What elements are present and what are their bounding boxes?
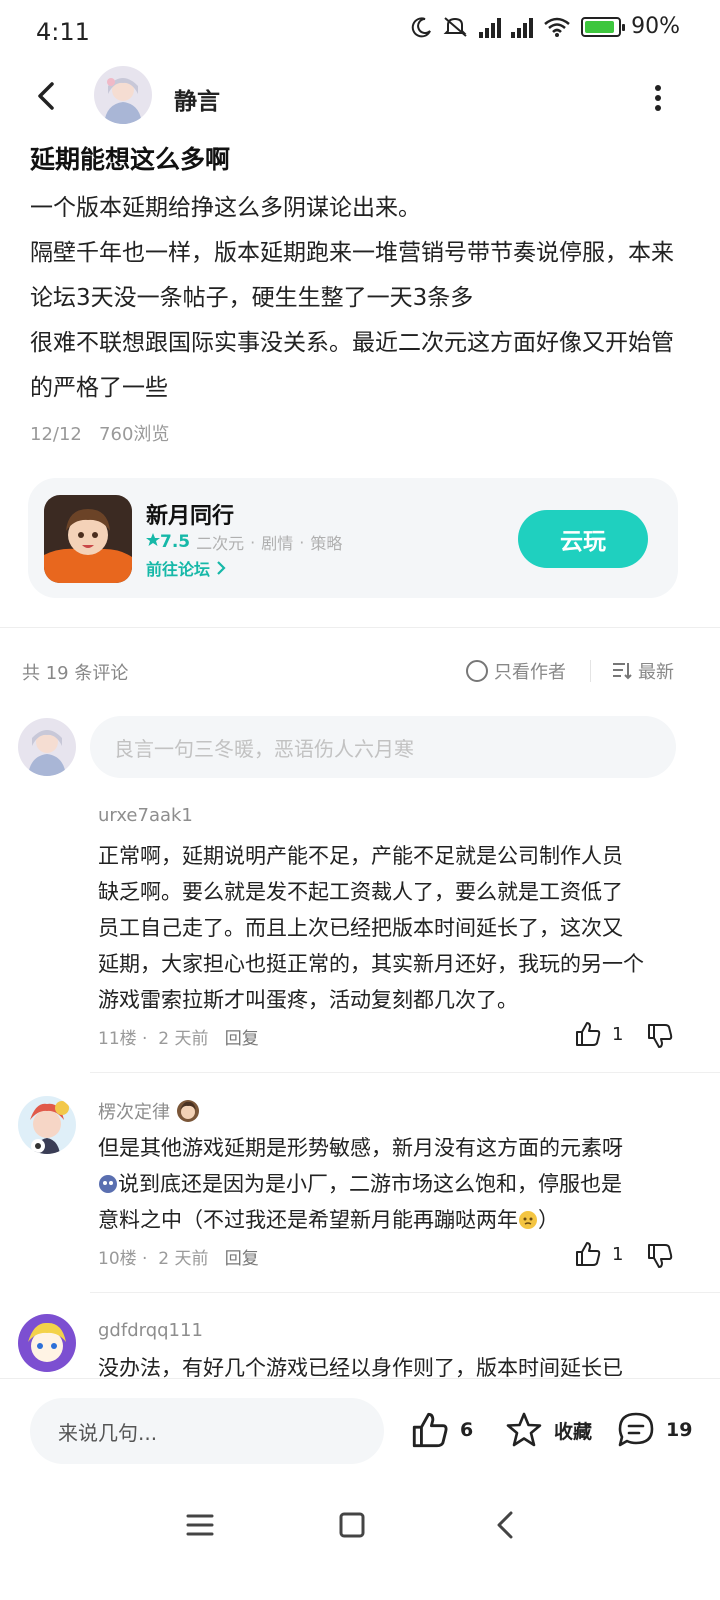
- comment-bubble-icon: [618, 1412, 654, 1447]
- reply-button[interactable]: 回复: [225, 1249, 259, 1269]
- divider: [0, 1378, 720, 1379]
- comment-clip: gdfdrqq111 没办法，有好几个游戏已经以身作则了，版本时间延长已: [0, 1314, 720, 1378]
- author-name[interactable]: 静言: [174, 82, 220, 116]
- like-button[interactable]: 1: [574, 1240, 623, 1268]
- status-bar: 4:11 90%: [0, 0, 720, 64]
- comment-floor: 11楼: [98, 1029, 137, 1049]
- post-body: 一个版本延期给挣这么多阴谋论出来。 隔壁千年也一样，版本延期跑来一堆营销号带节奏…: [30, 186, 690, 411]
- divider: [90, 1072, 720, 1073]
- comment-time: 2 天前: [158, 1029, 209, 1049]
- more-options-icon[interactable]: [648, 84, 668, 112]
- comment-line: 说到底还是因为是小厂，二游市场这么饱和，停服也是: [98, 1166, 678, 1202]
- only-author-label: 只看作者: [494, 662, 566, 683]
- thumbs-up-icon: [576, 1022, 601, 1046]
- comment-meta: 11楼 · 2 天前 回复: [98, 1029, 259, 1049]
- comment-text: 没办法，有好几个游戏已经以身作则了，版本时间延长已: [98, 1350, 678, 1378]
- comment-line: 正常啊，延期说明产能不足，产能不足就是公司制作人员: [98, 844, 623, 868]
- commenter-avatar[interactable]: [18, 1096, 76, 1154]
- only-author-toggle[interactable]: 只看作者: [466, 658, 566, 684]
- like-count: 1: [612, 1243, 624, 1265]
- cloud-play-button[interactable]: 云玩: [518, 510, 648, 568]
- comment-line: 意料之中（不过我还是希望新月能再蹦哒两年）: [98, 1208, 559, 1232]
- divider: [590, 660, 591, 682]
- menu-icon[interactable]: [180, 1505, 220, 1545]
- home-square-icon[interactable]: [332, 1505, 372, 1545]
- comment-floor: 10楼: [98, 1249, 137, 1269]
- radio-icon: [466, 660, 488, 682]
- reply-button[interactable]: 回复: [225, 1029, 259, 1049]
- status-time: 4:11: [36, 18, 90, 46]
- like-button[interactable]: 1: [574, 1020, 623, 1048]
- back-arrow-icon[interactable]: [30, 78, 66, 114]
- game-tag: 策略: [310, 534, 343, 553]
- comment-meta: 10楼 · 2 天前 回复: [98, 1249, 259, 1269]
- comment-time: 2 天前: [158, 1249, 209, 1269]
- like-count: 1: [612, 1023, 624, 1045]
- game-score: 7.5: [146, 532, 190, 552]
- post-meta: 12/12 760浏览: [30, 420, 169, 446]
- moon-icon: [411, 16, 432, 37]
- post-paragraph: 很难不联想跟国际实事没关系。最近二次元这方面好像又开始管的严格了一些: [30, 330, 674, 401]
- comment-username[interactable]: gdfdrqq111: [98, 1320, 203, 1341]
- comment-username[interactable]: urxe7aak1: [98, 805, 193, 826]
- status-icons: 90%: [411, 14, 680, 39]
- wifi-icon: [544, 17, 570, 37]
- game-tag: 二次元: [196, 534, 245, 553]
- comment-username-row[interactable]: 楞次定律: [98, 1098, 200, 1124]
- divider: [0, 627, 720, 628]
- post-paragraph: 一个版本延期给挣这么多阴谋论出来。: [30, 195, 421, 221]
- comment-username[interactable]: 楞次定律: [98, 1098, 170, 1124]
- comments-button[interactable]: 19: [616, 1410, 692, 1450]
- favorite-label: 收藏: [554, 1420, 593, 1443]
- signal-icon-1: [479, 16, 502, 38]
- post-paragraph: 隔壁千年也一样，版本延期跑来一堆营销号带节奏说停服，本来论坛3天没一条帖子，硬生…: [30, 240, 674, 311]
- game-icon[interactable]: [44, 495, 132, 583]
- comment-line: 延期，大家担心也挺正常的，其实新月还好，我玩的另一个: [98, 952, 644, 976]
- my-avatar: [18, 718, 76, 776]
- comment-count: 共 19 条评论: [22, 663, 129, 684]
- chevron-right-icon: [216, 561, 226, 575]
- comment-input[interactable]: 良言一句三冬暖，恶语伤人六月寒: [90, 716, 676, 778]
- emoji-icon: [99, 1175, 117, 1193]
- nav-back-icon[interactable]: [486, 1505, 526, 1545]
- thumbs-down-icon[interactable]: [646, 1022, 674, 1050]
- battery-icon: [581, 16, 626, 37]
- post-views: 760浏览: [99, 424, 170, 445]
- author-avatar[interactable]: [94, 66, 152, 124]
- post-like-count: 6: [460, 1419, 474, 1441]
- divider: [90, 1292, 720, 1293]
- forum-link[interactable]: 前往论坛: [146, 556, 226, 580]
- comment-text: 正常啊，延期说明产能不足，产能不足就是公司制作人员 缺乏啊。要么就是发不起工资裁…: [98, 838, 678, 1018]
- emoji-icon: [519, 1211, 537, 1229]
- post-like-button[interactable]: 6: [410, 1410, 473, 1450]
- comment-line: 员工自己走了。而且上次已经把版本时间延长了，这次又: [98, 916, 623, 940]
- comment-line: 缺乏啊。要么就是发不起工资裁人了，要么就是工资低了: [98, 880, 623, 904]
- post-title: 延期能想这么多啊: [30, 145, 231, 174]
- thumbs-up-icon: [412, 1412, 448, 1448]
- comment-line: 但是其他游戏延期是形势敏感，新月没有这方面的元素呀: [98, 1136, 623, 1160]
- sort-toggle[interactable]: 最新: [612, 658, 674, 684]
- mute-icon: [443, 16, 467, 37]
- favorite-button[interactable]: 收藏: [504, 1410, 592, 1450]
- star-icon: [146, 533, 160, 546]
- battery-percent: 90%: [631, 14, 680, 39]
- game-tag: 剧情: [261, 534, 294, 553]
- signal-icon-2: [511, 16, 534, 38]
- comment-line: 没办法，有好几个游戏已经以身作则了，版本时间延长已: [98, 1356, 623, 1378]
- star-outline-icon: [506, 1412, 542, 1447]
- thumbs-down-icon[interactable]: [646, 1242, 674, 1270]
- sort-icon: [613, 663, 632, 680]
- game-name[interactable]: 新月同行: [146, 498, 234, 530]
- comment-line: 游戏雷索拉斯才叫蛋疼，活动复刻都几次了。: [98, 988, 518, 1012]
- say-something-input[interactable]: 来说几句...: [30, 1398, 384, 1464]
- user-badge-icon: [177, 1100, 199, 1122]
- game-meta: 7.5 二次元 · 剧情 · 策略: [146, 530, 342, 554]
- sort-label: 最新: [638, 662, 674, 683]
- post-date: 12/12: [30, 424, 82, 445]
- thumbs-up-icon: [576, 1242, 601, 1266]
- comments-count: 19: [666, 1419, 693, 1441]
- comment-text: 但是其他游戏延期是形势敏感，新月没有这方面的元素呀 说到底还是因为是小厂，二游市…: [98, 1130, 678, 1238]
